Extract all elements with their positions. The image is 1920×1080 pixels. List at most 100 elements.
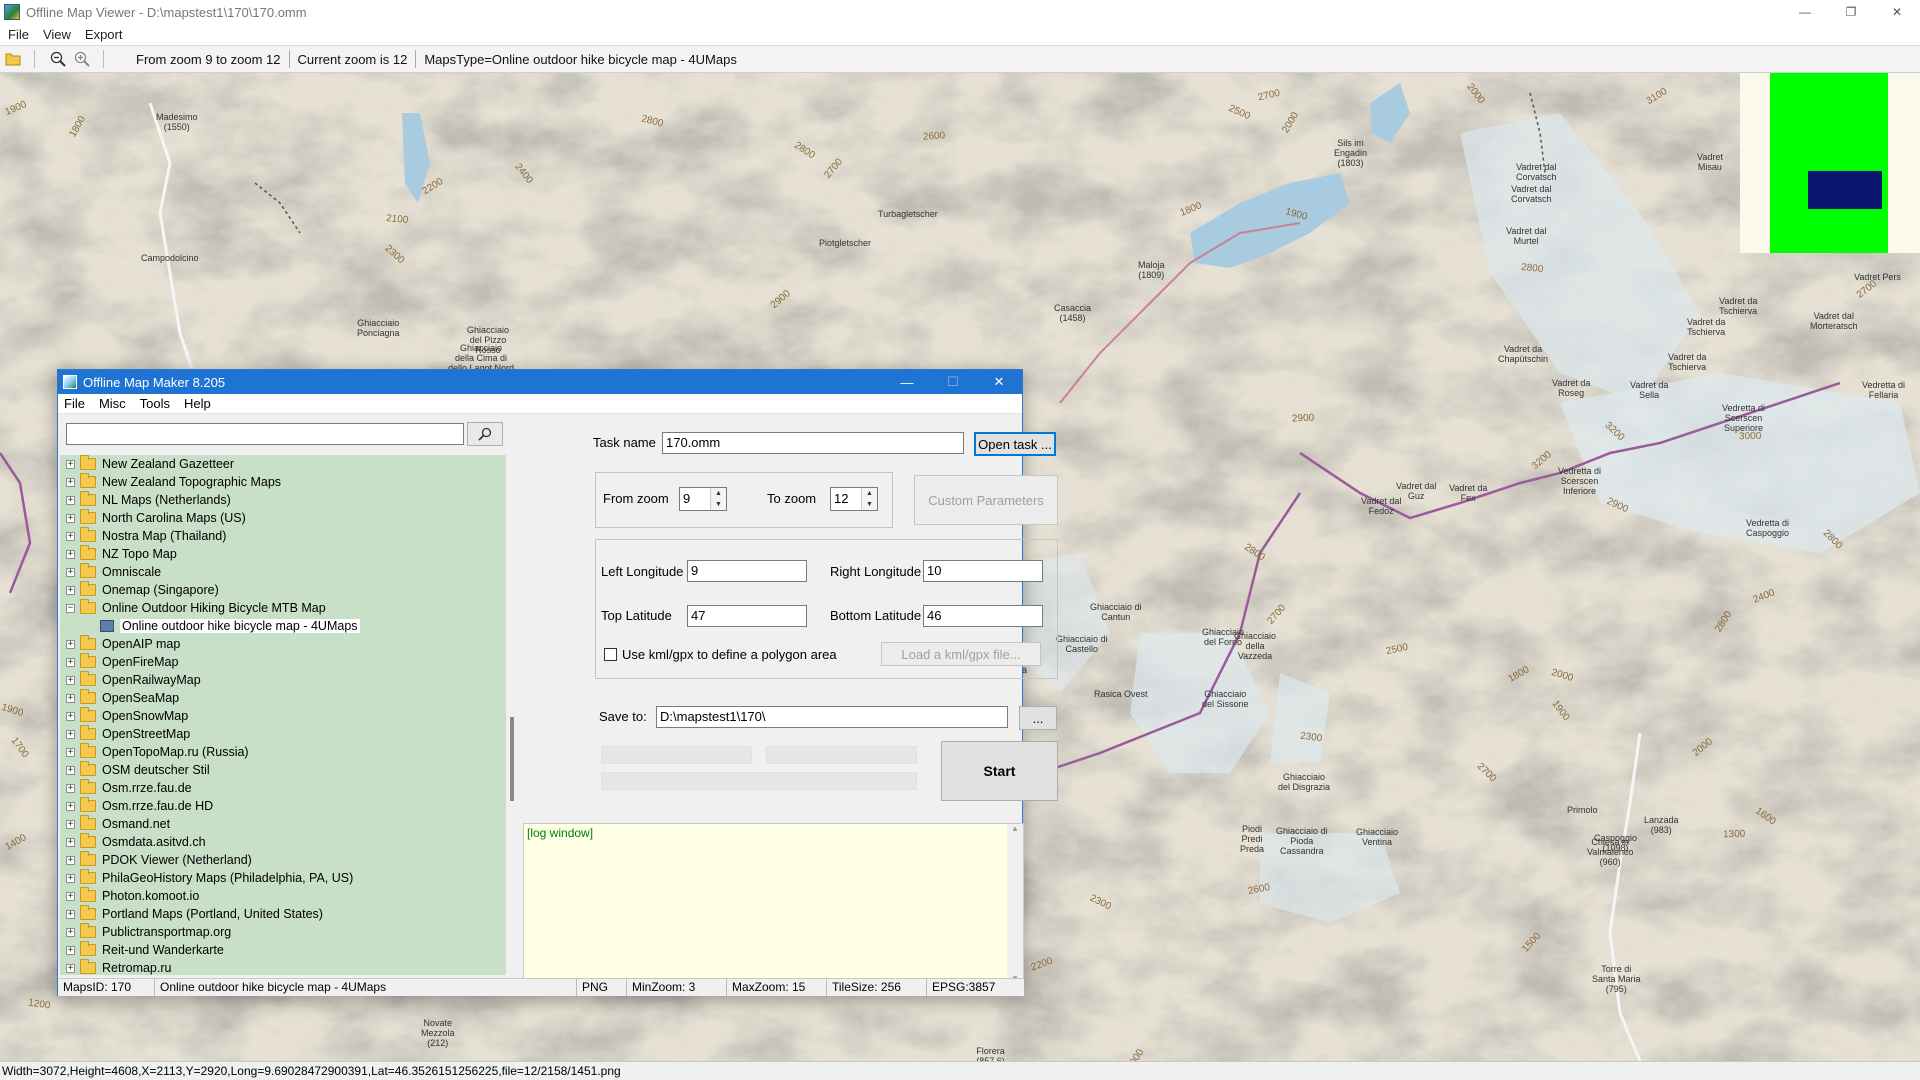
expand-icon[interactable]: + xyxy=(66,837,75,847)
left-longitude-input[interactable]: 9 xyxy=(687,560,807,582)
tree-folder-item[interactable]: + PhilaGeoHistory Maps (Philadelphia, PA,… xyxy=(60,869,506,887)
log-window[interactable]: [log window] ▲▼ xyxy=(523,823,1024,984)
browse-button[interactable]: ... xyxy=(1019,706,1057,730)
menu-view[interactable]: View xyxy=(43,27,71,42)
expand-icon[interactable]: + xyxy=(66,873,75,883)
tree-folder-item[interactable]: + OpenAIP map xyxy=(60,635,506,653)
expand-icon[interactable]: + xyxy=(66,495,75,505)
tree-scrollbar[interactable] xyxy=(509,415,516,975)
tree-folder-item[interactable]: + OpenTopoMap.ru (Russia) xyxy=(60,743,506,761)
dialog-menu-file[interactable]: File xyxy=(64,396,85,411)
use-kml-checkbox[interactable] xyxy=(604,648,617,661)
tree-folder-item[interactable]: + New Zealand Topographic Maps xyxy=(60,473,506,491)
dialog-menu-help[interactable]: Help xyxy=(184,396,211,411)
expand-icon[interactable]: + xyxy=(66,585,75,595)
expand-icon[interactable]: + xyxy=(66,747,75,757)
expand-icon[interactable]: + xyxy=(66,729,75,739)
log-scrollbar[interactable]: ▲▼ xyxy=(1007,824,1023,983)
expand-icon[interactable]: + xyxy=(66,531,75,541)
expand-icon[interactable]: + xyxy=(66,945,75,955)
tree-folder-item[interactable]: + OpenFireMap xyxy=(60,653,506,671)
task-name-input[interactable]: 170.omm xyxy=(662,432,964,454)
expand-icon[interactable]: + xyxy=(66,675,75,685)
tree-folder-item[interactable]: + Osmand.net xyxy=(60,815,506,833)
tree-folder-item[interactable]: − Online Outdoor Hiking Bicycle MTB Map xyxy=(60,599,506,617)
top-latitude-input[interactable]: 47 xyxy=(687,605,807,627)
spin-up-icon[interactable]: ▲ xyxy=(711,488,726,499)
expand-icon[interactable]: + xyxy=(66,783,75,793)
expand-icon[interactable]: + xyxy=(66,801,75,811)
scroll-up-icon[interactable]: ▲ xyxy=(1011,824,1019,833)
expand-icon[interactable]: + xyxy=(66,891,75,901)
tree-child-item[interactable]: Online outdoor hike bicycle map - 4UMaps xyxy=(60,617,506,635)
spin-up-icon[interactable]: ▲ xyxy=(862,488,877,499)
to-zoom-arrows[interactable]: ▲ ▼ xyxy=(861,488,877,510)
dialog-menu-tools[interactable]: Tools xyxy=(140,396,170,411)
menu-export[interactable]: Export xyxy=(85,27,123,42)
tree-folder-item[interactable]: + New Zealand Gazetteer xyxy=(60,455,506,473)
from-zoom-arrows[interactable]: ▲ ▼ xyxy=(710,488,726,510)
expand-icon[interactable]: + xyxy=(66,477,75,487)
dialog-close-button[interactable]: ✕ xyxy=(976,370,1022,394)
tree-folder-item[interactable]: + OSM deutscher Stil xyxy=(60,761,506,779)
tree-folder-item[interactable]: + Osm.rrze.fau.de HD xyxy=(60,797,506,815)
expand-icon[interactable]: + xyxy=(66,927,75,937)
close-button[interactable]: ✕ xyxy=(1874,0,1920,24)
minimap[interactable] xyxy=(1740,73,1920,253)
minimap-viewport[interactable] xyxy=(1808,171,1882,209)
bottom-latitude-input[interactable]: 46 xyxy=(923,605,1043,627)
expand-icon[interactable]: + xyxy=(66,693,75,703)
spin-down-icon[interactable]: ▼ xyxy=(711,499,726,510)
tree-folder-item[interactable]: + NZ Topo Map xyxy=(60,545,506,563)
expand-icon[interactable]: + xyxy=(66,639,75,649)
dialog-menu-misc[interactable]: Misc xyxy=(99,396,126,411)
tree-folder-item[interactable]: + OpenStreetMap xyxy=(60,725,506,743)
tree-folder-item[interactable]: + OpenSnowMap xyxy=(60,707,506,725)
expand-icon[interactable]: + xyxy=(66,513,75,523)
expand-icon[interactable]: + xyxy=(66,567,75,577)
expand-icon[interactable]: + xyxy=(66,963,75,973)
tree-folder-item[interactable]: + Portland Maps (Portland, United States) xyxy=(60,905,506,923)
tree-folder-item[interactable]: + Nostra Map (Thailand) xyxy=(60,527,506,545)
expand-icon[interactable]: + xyxy=(66,711,75,721)
expand-icon[interactable]: + xyxy=(66,765,75,775)
expand-icon[interactable]: + xyxy=(66,549,75,559)
menu-file[interactable]: File xyxy=(8,27,29,42)
tree-folder-item[interactable]: + Onemap (Singapore) xyxy=(60,581,506,599)
tree-folder-item[interactable]: + North Carolina Maps (US) xyxy=(60,509,506,527)
to-zoom-spinner[interactable]: 12 ▲ ▼ xyxy=(830,487,878,511)
map-source-tree[interactable]: + New Zealand Gazetteer + New Zealand Topog… xyxy=(60,455,506,975)
open-folder-button[interactable] xyxy=(2,48,24,70)
tree-folder-item[interactable]: + OpenRailwayMap xyxy=(60,671,506,689)
restore-button[interactable]: ❐ xyxy=(1828,0,1874,24)
dialog-titlebar[interactable]: Offline Map Maker 8.205 — ☐ ✕ xyxy=(58,370,1022,394)
open-task-button[interactable]: Open task ... xyxy=(974,432,1056,456)
right-longitude-input[interactable]: 10 xyxy=(923,560,1043,582)
search-input[interactable] xyxy=(66,423,464,445)
tree-folder-item[interactable]: + Retromap.ru xyxy=(60,959,506,975)
tree-folder-item[interactable]: + NL Maps (Netherlands) xyxy=(60,491,506,509)
tree-folder-item[interactable]: + Reit-und Wanderkarte xyxy=(60,941,506,959)
expand-icon[interactable]: + xyxy=(66,819,75,829)
minimize-button[interactable]: — xyxy=(1782,0,1828,24)
tree-folder-item[interactable]: + Photon.komoot.io xyxy=(60,887,506,905)
tree-folder-item[interactable]: + Publictransportmap.org xyxy=(60,923,506,941)
tree-folder-item[interactable]: + Omniscale xyxy=(60,563,506,581)
expand-icon[interactable]: + xyxy=(66,657,75,667)
expand-icon[interactable]: + xyxy=(66,855,75,865)
tree-folder-item[interactable]: + PDOK Viewer (Netherland) xyxy=(60,851,506,869)
search-button[interactable] xyxy=(467,422,503,446)
zoom-out-button[interactable] xyxy=(47,48,69,70)
zoom-in-button[interactable] xyxy=(71,48,93,70)
spin-down-icon[interactable]: ▼ xyxy=(862,499,877,510)
expand-icon[interactable]: + xyxy=(66,909,75,919)
start-button[interactable]: Start xyxy=(941,741,1058,801)
tree-scrollbar-thumb[interactable] xyxy=(510,717,514,801)
tree-folder-item[interactable]: + Osm.rrze.fau.de xyxy=(60,779,506,797)
collapse-icon[interactable]: − xyxy=(66,603,75,613)
tree-folder-item[interactable]: + Osmdata.asitvd.ch xyxy=(60,833,506,851)
from-zoom-spinner[interactable]: 9 ▲ ▼ xyxy=(679,487,727,511)
tree-folder-item[interactable]: + OpenSeaMap xyxy=(60,689,506,707)
dialog-minimize-button[interactable]: — xyxy=(884,370,930,394)
expand-icon[interactable]: + xyxy=(66,459,75,469)
